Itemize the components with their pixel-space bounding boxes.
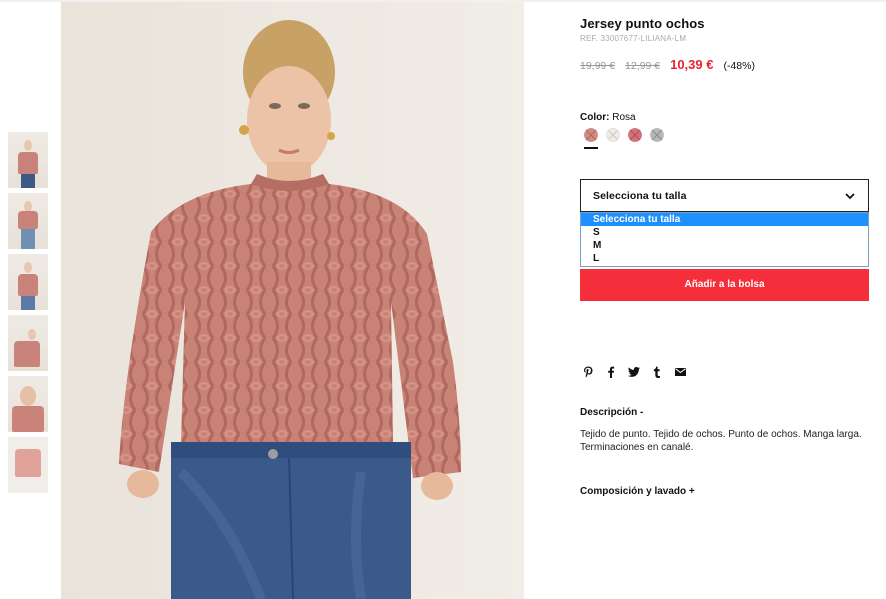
- product-main-image: [61, 2, 524, 599]
- thumbnail-gallery: [8, 132, 48, 498]
- description-heading[interactable]: Descripción -: [580, 407, 643, 418]
- price-previous: 12,99 €: [625, 60, 661, 72]
- discount-badge: (-48%): [723, 60, 755, 72]
- chevron-down-icon: [845, 193, 855, 200]
- size-option-placeholder[interactable]: Selecciona tu talla: [581, 213, 868, 226]
- price-original: 19,99 €: [580, 60, 616, 72]
- size-select-value: Selecciona tu talla: [593, 190, 687, 202]
- size-option-m[interactable]: M: [581, 239, 868, 252]
- swatch-crudo[interactable]: [606, 128, 620, 142]
- swatch-selected-indicator: [584, 147, 598, 149]
- add-to-bag-button[interactable]: Añadir a la bolsa: [580, 269, 869, 301]
- thumbnail-5[interactable]: [8, 376, 48, 432]
- thumbnail-2[interactable]: [8, 193, 48, 249]
- color-swatches: [584, 128, 672, 142]
- swatch-rosa[interactable]: [584, 128, 598, 142]
- product-title: Jersey punto ochos: [580, 16, 705, 31]
- tumblr-icon[interactable]: [651, 366, 663, 378]
- facebook-icon[interactable]: [605, 366, 617, 378]
- email-icon[interactable]: [674, 366, 686, 378]
- color-label-row: Color: Rosa: [580, 112, 636, 123]
- price-current: 10,39 €: [670, 57, 714, 72]
- color-label: Color:: [580, 112, 610, 123]
- composition-heading[interactable]: Composición y lavado +: [580, 486, 695, 497]
- twitter-icon[interactable]: [628, 366, 640, 378]
- size-options-list: Selecciona tu talla S M L: [580, 212, 869, 267]
- size-option-l[interactable]: L: [581, 252, 868, 265]
- description-text: Tejido de punto. Tejido de ochos. Punto …: [580, 429, 862, 453]
- color-selected: Rosa: [612, 112, 636, 123]
- size-select[interactable]: Selecciona tu talla: [580, 179, 869, 212]
- pinterest-icon[interactable]: [582, 366, 594, 378]
- size-option-s[interactable]: S: [581, 226, 868, 239]
- share-icons: [582, 366, 697, 378]
- thumbnail-1[interactable]: [8, 132, 48, 188]
- swatch-gris[interactable]: [650, 128, 664, 142]
- thumbnail-3[interactable]: [8, 254, 48, 310]
- thumbnail-4[interactable]: [8, 315, 48, 371]
- thumbnail-6[interactable]: [8, 437, 48, 493]
- swatch-rosa-oscuro[interactable]: [628, 128, 642, 142]
- price-row: 19,99 € 12,99 € 10,39 € (-48%): [580, 57, 755, 72]
- product-reference: REF. 33007677-LILIANA-LM: [580, 34, 687, 43]
